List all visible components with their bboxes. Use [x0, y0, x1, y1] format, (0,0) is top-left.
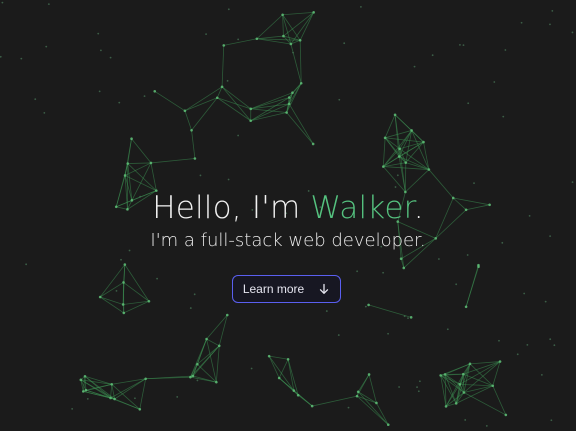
- hero-tagline: I'm a full-stack web developer.: [150, 230, 426, 251]
- headline-greeting: Hello, I'm: [152, 190, 311, 226]
- headline-name: Walker: [310, 190, 414, 226]
- hero-headline: Hello, I'm Walker.: [0, 188, 576, 228]
- hero-section: Hello, I'm Walker. I'm a full-stack web …: [0, 0, 576, 431]
- headline-period: .: [413, 190, 424, 226]
- learn-more-button[interactable]: Learn more: [232, 275, 341, 303]
- learn-more-label: Learn more: [242, 282, 305, 296]
- hero-content: Hello, I'm Walker. I'm a full-stack web …: [0, 0, 576, 431]
- arrow-down-icon: [318, 283, 330, 295]
